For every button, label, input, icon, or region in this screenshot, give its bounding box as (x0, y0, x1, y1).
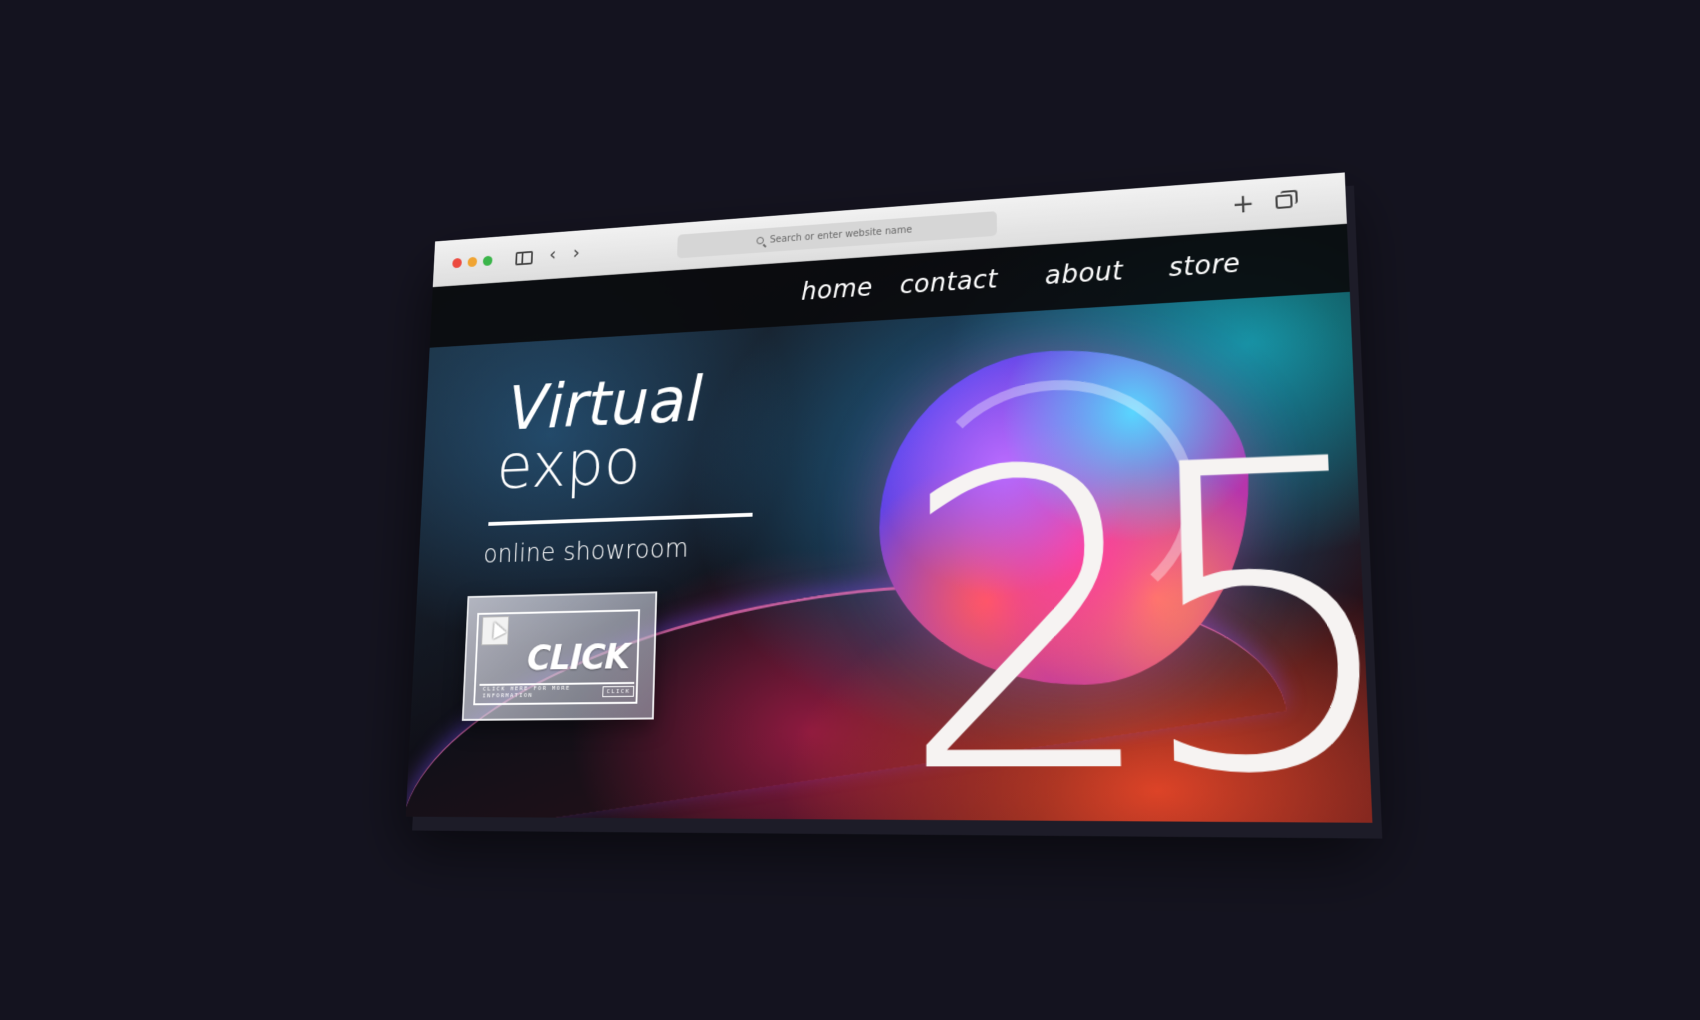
cta-frame: CLICK CLICK HERE FOR MORE INFORMATION CL… (473, 609, 641, 706)
hero-divider (488, 512, 753, 526)
hero-number: 25 (897, 371, 1373, 823)
scene: ‹ › Search or enter website name + 25 ho… (0, 0, 1700, 1020)
close-window-button[interactable] (452, 257, 462, 269)
sidebar-icon[interactable] (515, 250, 534, 266)
forward-icon[interactable]: › (572, 241, 580, 263)
hero-subtitle: online showroom (482, 534, 689, 570)
tabs-overview-icon[interactable] (1275, 194, 1293, 210)
new-tab-icon[interactable]: + (1231, 189, 1255, 220)
back-icon[interactable]: ‹ (549, 243, 557, 265)
web-page: 25 home contact about store Virtual expo… (405, 223, 1373, 823)
minimize-window-button[interactable] (467, 256, 478, 268)
cursor-icon (487, 618, 507, 640)
cta-note-text: CLICK HERE FOR MORE INFORMATION (482, 684, 571, 700)
cta-note: CLICK HERE FOR MORE INFORMATION CLICK (478, 681, 635, 700)
nav-link-about[interactable]: about (1045, 257, 1124, 291)
search-icon (756, 236, 765, 245)
hero-title-line2: expo (495, 424, 642, 503)
cursor-box (481, 616, 510, 646)
cta-note-button[interactable]: CLICK (602, 685, 635, 697)
nav-link-home[interactable]: home (801, 274, 873, 307)
click-cta-button[interactable]: CLICK CLICK HERE FOR MORE INFORMATION CL… (461, 591, 658, 721)
hero-title: Virtual expo (495, 363, 703, 503)
nav-link-store[interactable]: store (1168, 249, 1241, 283)
zoom-window-button[interactable] (482, 255, 493, 267)
browser-window: ‹ › Search or enter website name + 25 ho… (405, 172, 1373, 823)
address-bar-placeholder: Search or enter website name (769, 224, 913, 245)
nav-link-contact[interactable]: contact (900, 265, 998, 300)
cta-label: CLICK (526, 636, 631, 679)
